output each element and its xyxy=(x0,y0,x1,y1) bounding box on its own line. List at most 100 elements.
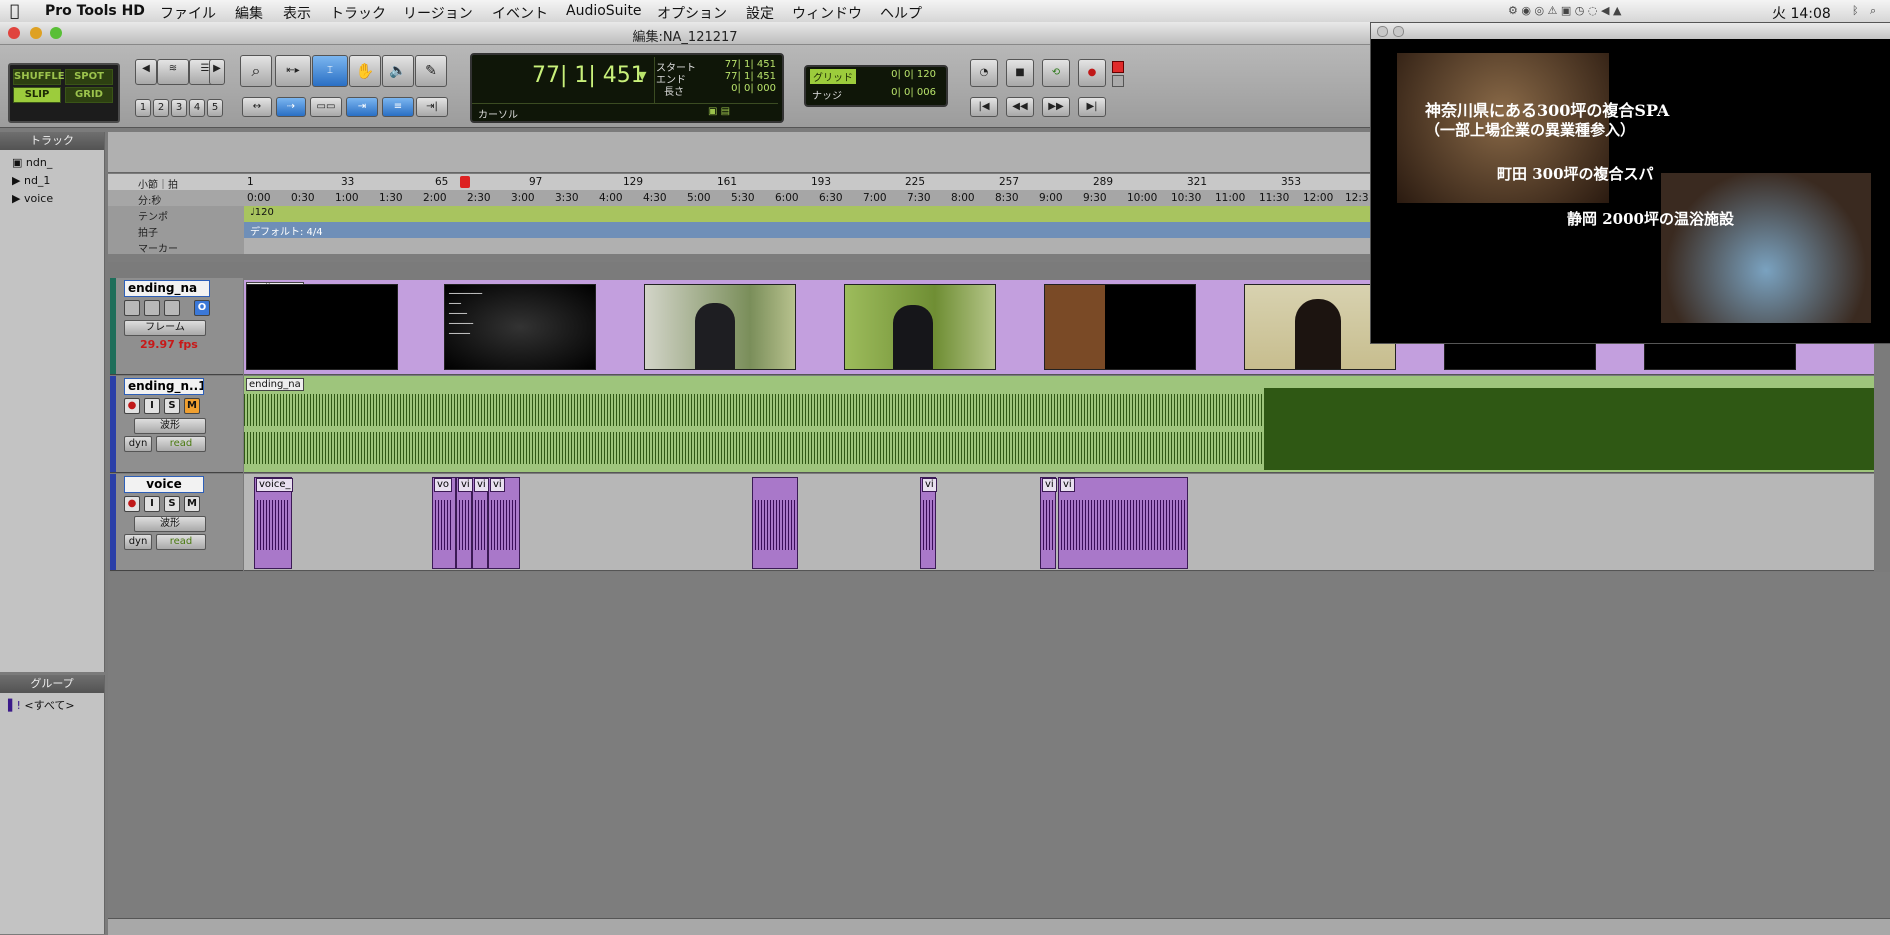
voice-clip[interactable] xyxy=(752,477,798,569)
zoom-preset-1[interactable]: 1 xyxy=(135,99,151,117)
mute-button[interactable]: M xyxy=(184,496,200,512)
audio-track-name[interactable]: ending_n..1 xyxy=(124,378,204,395)
menu-clock[interactable]: 火 14:08 xyxy=(1772,3,1831,23)
return-to-zero-button[interactable]: |◀ xyxy=(970,97,998,117)
meter-value[interactable]: デフォルト: 4/4 xyxy=(250,223,323,238)
dyn-button[interactable]: dyn xyxy=(124,436,152,452)
end-value[interactable]: 77| 1| 451 xyxy=(725,71,776,82)
online-icon[interactable]: ◔ xyxy=(970,59,998,87)
insertion-follows-icon[interactable]: ≡ xyxy=(382,97,414,117)
track-view-selector[interactable]: 波形 xyxy=(134,516,206,532)
video-track-btn[interactable] xyxy=(164,300,180,316)
group-list-item[interactable]: ▌! <すべて> xyxy=(0,697,104,715)
meter-ruler[interactable] xyxy=(244,222,1370,238)
track-list-header[interactable]: トラック xyxy=(0,132,104,150)
universe-overview[interactable] xyxy=(108,132,1370,173)
zoom-in-button[interactable]: ▶ xyxy=(209,59,225,85)
preview-close-button[interactable] xyxy=(1377,26,1388,37)
automation-mode[interactable]: read xyxy=(156,534,206,550)
length-value[interactable]: 0| 0| 000 xyxy=(731,83,776,94)
menu-track[interactable]: トラック xyxy=(330,3,386,23)
record-button[interactable]: ● xyxy=(1078,59,1106,87)
mute-button[interactable]: M xyxy=(184,398,200,414)
link-track-edit-icon[interactable]: ⇢ xyxy=(276,97,306,117)
track-list-item[interactable]: ▶ nd_1 xyxy=(0,172,104,190)
grid-label[interactable]: グリッド xyxy=(810,69,856,84)
voice-clip[interactable]: vi xyxy=(488,477,520,569)
track-list-item[interactable]: ▶ voice xyxy=(0,190,104,208)
video-online-button[interactable]: O xyxy=(194,300,210,316)
voice-clip[interactable]: vi xyxy=(472,477,489,569)
voice-track-lane[interactable]: voice_ vo vi vi vi vi vi vi xyxy=(244,474,1874,571)
start-value[interactable]: 77| 1| 451 xyxy=(725,59,776,70)
menu-setup[interactable]: 設定 xyxy=(746,3,774,23)
zoom-preset-2[interactable]: 2 xyxy=(153,99,169,117)
record-enable-button[interactable]: ● xyxy=(124,496,140,512)
cursor-icons[interactable]: ▣ ▤ xyxy=(708,106,730,117)
video-track-btn[interactable] xyxy=(124,300,140,316)
zoom-preset-5[interactable]: 5 xyxy=(207,99,223,117)
main-counter-value[interactable]: 77| 1| 451 xyxy=(532,63,645,88)
horizontal-scrollbar[interactable] xyxy=(108,918,1890,935)
voice-clip[interactable]: voice_ xyxy=(254,477,294,569)
voice-clip[interactable]: vi xyxy=(456,477,473,569)
tempo-value[interactable]: ♩120 xyxy=(250,207,274,218)
video-preview-window[interactable]: 神奈川県にある300坪の複合SPA （一部上場企業の異業種参入） 町田 300坪… xyxy=(1370,22,1890,344)
voice-clip[interactable]: vo xyxy=(432,477,456,569)
pencil-tool-icon[interactable]: ✎ xyxy=(415,55,447,87)
menu-file[interactable]: ファイル xyxy=(160,3,216,23)
spot-mode-button[interactable]: SPOT xyxy=(65,69,113,85)
shuffle-mode-button[interactable]: SHUFFLE xyxy=(13,69,65,85)
menu-event[interactable]: イベント xyxy=(492,3,548,23)
menu-window[interactable]: ウィンドウ xyxy=(792,3,862,23)
mirror-midi-icon[interactable]: ▭▭ xyxy=(310,97,342,117)
zoom-preset-4[interactable]: 4 xyxy=(189,99,205,117)
marker-ruler[interactable] xyxy=(244,238,1370,254)
menu-options[interactable]: オプション xyxy=(657,3,727,23)
video-track-btn[interactable] xyxy=(144,300,160,316)
audio-track-lane[interactable]: ending_na xyxy=(244,376,1874,473)
zoom-out-button[interactable]: ◀ xyxy=(135,59,157,85)
timeline-empty-area[interactable] xyxy=(108,572,1890,918)
input-monitor-button[interactable]: I xyxy=(144,496,160,512)
nudge-value[interactable]: 0| 0| 006 xyxy=(891,87,936,98)
track-view-selector[interactable]: 波形 xyxy=(134,418,206,434)
voice-clip[interactable]: vi xyxy=(920,477,937,569)
stop-button[interactable]: ■ xyxy=(1006,59,1034,87)
apple-icon[interactable]:  xyxy=(10,1,20,20)
fast-forward-button[interactable]: ▶▶ xyxy=(1042,97,1070,117)
menu-audiosuite[interactable]: AudioSuite xyxy=(566,3,642,19)
menu-region[interactable]: リージョン xyxy=(403,3,473,23)
scrubber-tool-icon[interactable]: 🔈 xyxy=(382,55,414,87)
selector-tool-icon[interactable]: ⌶ xyxy=(312,55,348,87)
preview-minimize-button[interactable] xyxy=(1393,26,1404,37)
solo-button[interactable]: S xyxy=(164,496,180,512)
solo-button[interactable]: S xyxy=(164,398,180,414)
zoom-preset-3[interactable]: 3 xyxy=(171,99,187,117)
menu-edit[interactable]: 編集 xyxy=(235,3,263,23)
go-to-end-button[interactable]: ▶| xyxy=(1078,97,1106,117)
track-list-item[interactable]: ▣ ndn_ xyxy=(0,154,104,172)
record-enable-button[interactable]: ● xyxy=(124,398,140,414)
automation-mode[interactable]: read xyxy=(156,436,206,452)
play-button[interactable]: ⟲ xyxy=(1042,59,1070,87)
scroll-option-icon[interactable]: ⇥| xyxy=(416,97,448,117)
grid-mode-button[interactable]: GRID xyxy=(65,87,113,103)
video-track-name[interactable]: ending_na xyxy=(124,280,210,297)
app-menu[interactable]: Pro Tools HD xyxy=(45,3,145,19)
link-timeline-icon[interactable]: ↔ xyxy=(242,97,272,117)
counter-dropdown-icon[interactable]: ▼ xyxy=(638,69,646,82)
tab-to-transients-icon[interactable]: ⇥ xyxy=(346,97,378,117)
menu-view[interactable]: 表示 xyxy=(283,3,311,23)
playhead-marker[interactable] xyxy=(460,176,470,188)
bars-ruler[interactable] xyxy=(108,174,1370,190)
audio-zoom-icon[interactable]: ≋ xyxy=(157,59,189,85)
group-list-header[interactable]: グループ xyxy=(0,675,104,693)
grid-value[interactable]: 0| 0| 120 xyxy=(891,69,936,80)
bluetooth-icon[interactable]: ᛒ xyxy=(1852,4,1859,17)
menu-help[interactable]: ヘルプ xyxy=(880,3,922,23)
tempo-ruler[interactable] xyxy=(244,206,1370,222)
voice-track-name[interactable]: voice xyxy=(124,476,204,493)
voice-clip[interactable]: vi xyxy=(1058,477,1188,569)
spotlight-icon[interactable]: ⌕ xyxy=(1870,4,1876,18)
